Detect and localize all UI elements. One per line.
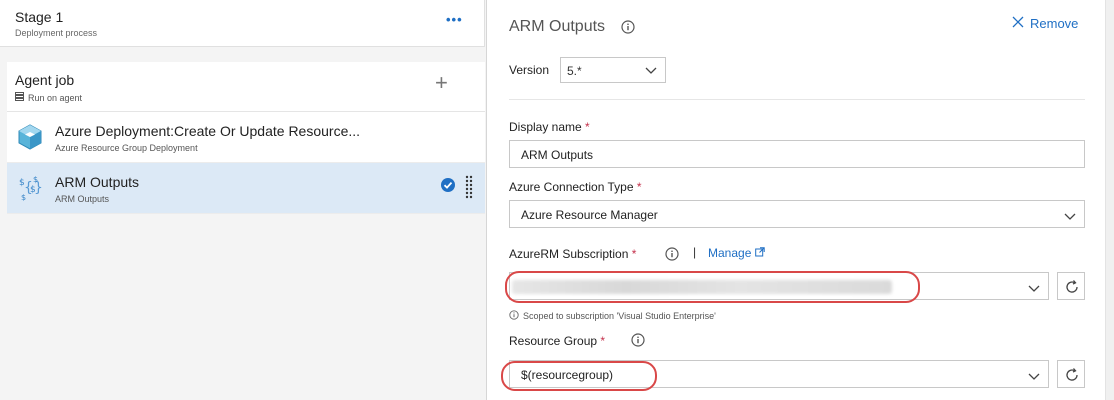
task-subtitle: Azure Resource Group Deployment [55,143,198,153]
required-mark: * [585,120,590,134]
task-list: Agent job Run on agent + Azure Deploymen… [7,62,485,214]
display-name-input[interactable]: ARM Outputs [509,140,1085,168]
chevron-down-icon [1064,210,1076,224]
subscription-note-text: Scoped to subscription 'Visual Studio En… [523,311,716,321]
vertical-scrollbar[interactable] [1105,0,1114,400]
chevron-down-icon [645,64,657,78]
required-mark: * [636,180,642,194]
task-settings-pane: ARM Outputs Remove Version 5.* Display n… [487,0,1114,400]
info-icon[interactable] [621,20,635,39]
azure-cube-icon [18,124,42,150]
external-link-icon [755,246,766,260]
display-name-label-text: Display name [509,120,582,134]
subscription-scope-note: Scoped to subscription 'Visual Studio En… [509,310,716,322]
info-icon [509,310,519,322]
display-name-label: Display name * [509,120,590,134]
pipeline-tasks-pane: Stage 1 Deployment process ••• Agent job… [0,0,486,400]
resource-group-label-text: Resource Group [509,334,598,348]
redacted-subscription-value [512,280,892,294]
server-icon [15,92,24,103]
subscription-label: AzureRM Subscription * [509,247,636,261]
agent-job-title: Agent job [15,72,75,88]
drag-handle-icon[interactable] [465,175,473,201]
separator-text: | [693,245,697,259]
manage-label: Manage [708,246,752,260]
arm-outputs-icon: $ { $ } $ $ [18,175,43,202]
resource-group-value: $(resourcegroup) [521,368,614,382]
connection-type-label: Azure Connection Type * [509,180,642,194]
chevron-down-icon [1028,370,1040,384]
svg-text:$: $ [21,193,26,201]
refresh-subscription-button[interactable] [1057,272,1085,300]
task-row-azure-deployment[interactable]: Azure Deployment:Create Or Update Resour… [7,112,485,163]
remove-label: Remove [1030,16,1079,31]
more-options-button[interactable]: ••• [446,12,463,27]
resource-group-select[interactable]: $(resourcegroup) [509,360,1049,388]
version-label: Version [509,63,550,77]
add-task-button[interactable]: + [435,72,448,94]
resource-group-label: Resource Group * [509,334,605,348]
info-icon[interactable] [631,333,645,352]
task-row-arm-outputs[interactable]: $ { $ } $ $ ARM Outputs ARM Outputs [7,163,485,214]
stage-subtitle: Deployment process [15,28,98,38]
version-value: 5.* [567,64,582,78]
svg-text:$: $ [33,175,38,184]
version-select[interactable]: 5.* [560,57,666,83]
panel-title: ARM Outputs [509,18,606,35]
agent-job-row[interactable]: Agent job Run on agent + [7,62,485,112]
agent-job-subtitle-text: Run on agent [28,92,83,103]
connection-type-label-text: Azure Connection Type [509,180,634,194]
agent-job-subtitle: Run on agent [15,92,82,103]
connection-type-value: Azure Resource Manager [521,208,658,222]
subscription-label-text: AzureRM Subscription [509,247,629,261]
stage-title: Stage 1 [15,9,64,25]
check-circle-icon [441,178,455,192]
required-mark: * [600,334,606,348]
chevron-down-icon [1028,282,1040,296]
required-mark: * [631,247,637,261]
stage-header[interactable]: Stage 1 Deployment process ••• [0,0,485,47]
task-title: Azure Deployment:Create Or Update Resour… [55,123,361,139]
refresh-resource-group-button[interactable] [1057,360,1085,388]
task-title: ARM Outputs [55,174,140,190]
manage-link[interactable]: Manage [708,246,766,260]
remove-button[interactable]: Remove [1012,16,1078,31]
display-name-value: ARM Outputs [521,148,594,162]
close-icon [1012,16,1024,31]
task-subtitle: ARM Outputs [55,194,110,204]
section-divider [509,99,1085,100]
connection-type-select[interactable]: Azure Resource Manager [509,200,1085,228]
info-icon[interactable] [665,247,679,266]
